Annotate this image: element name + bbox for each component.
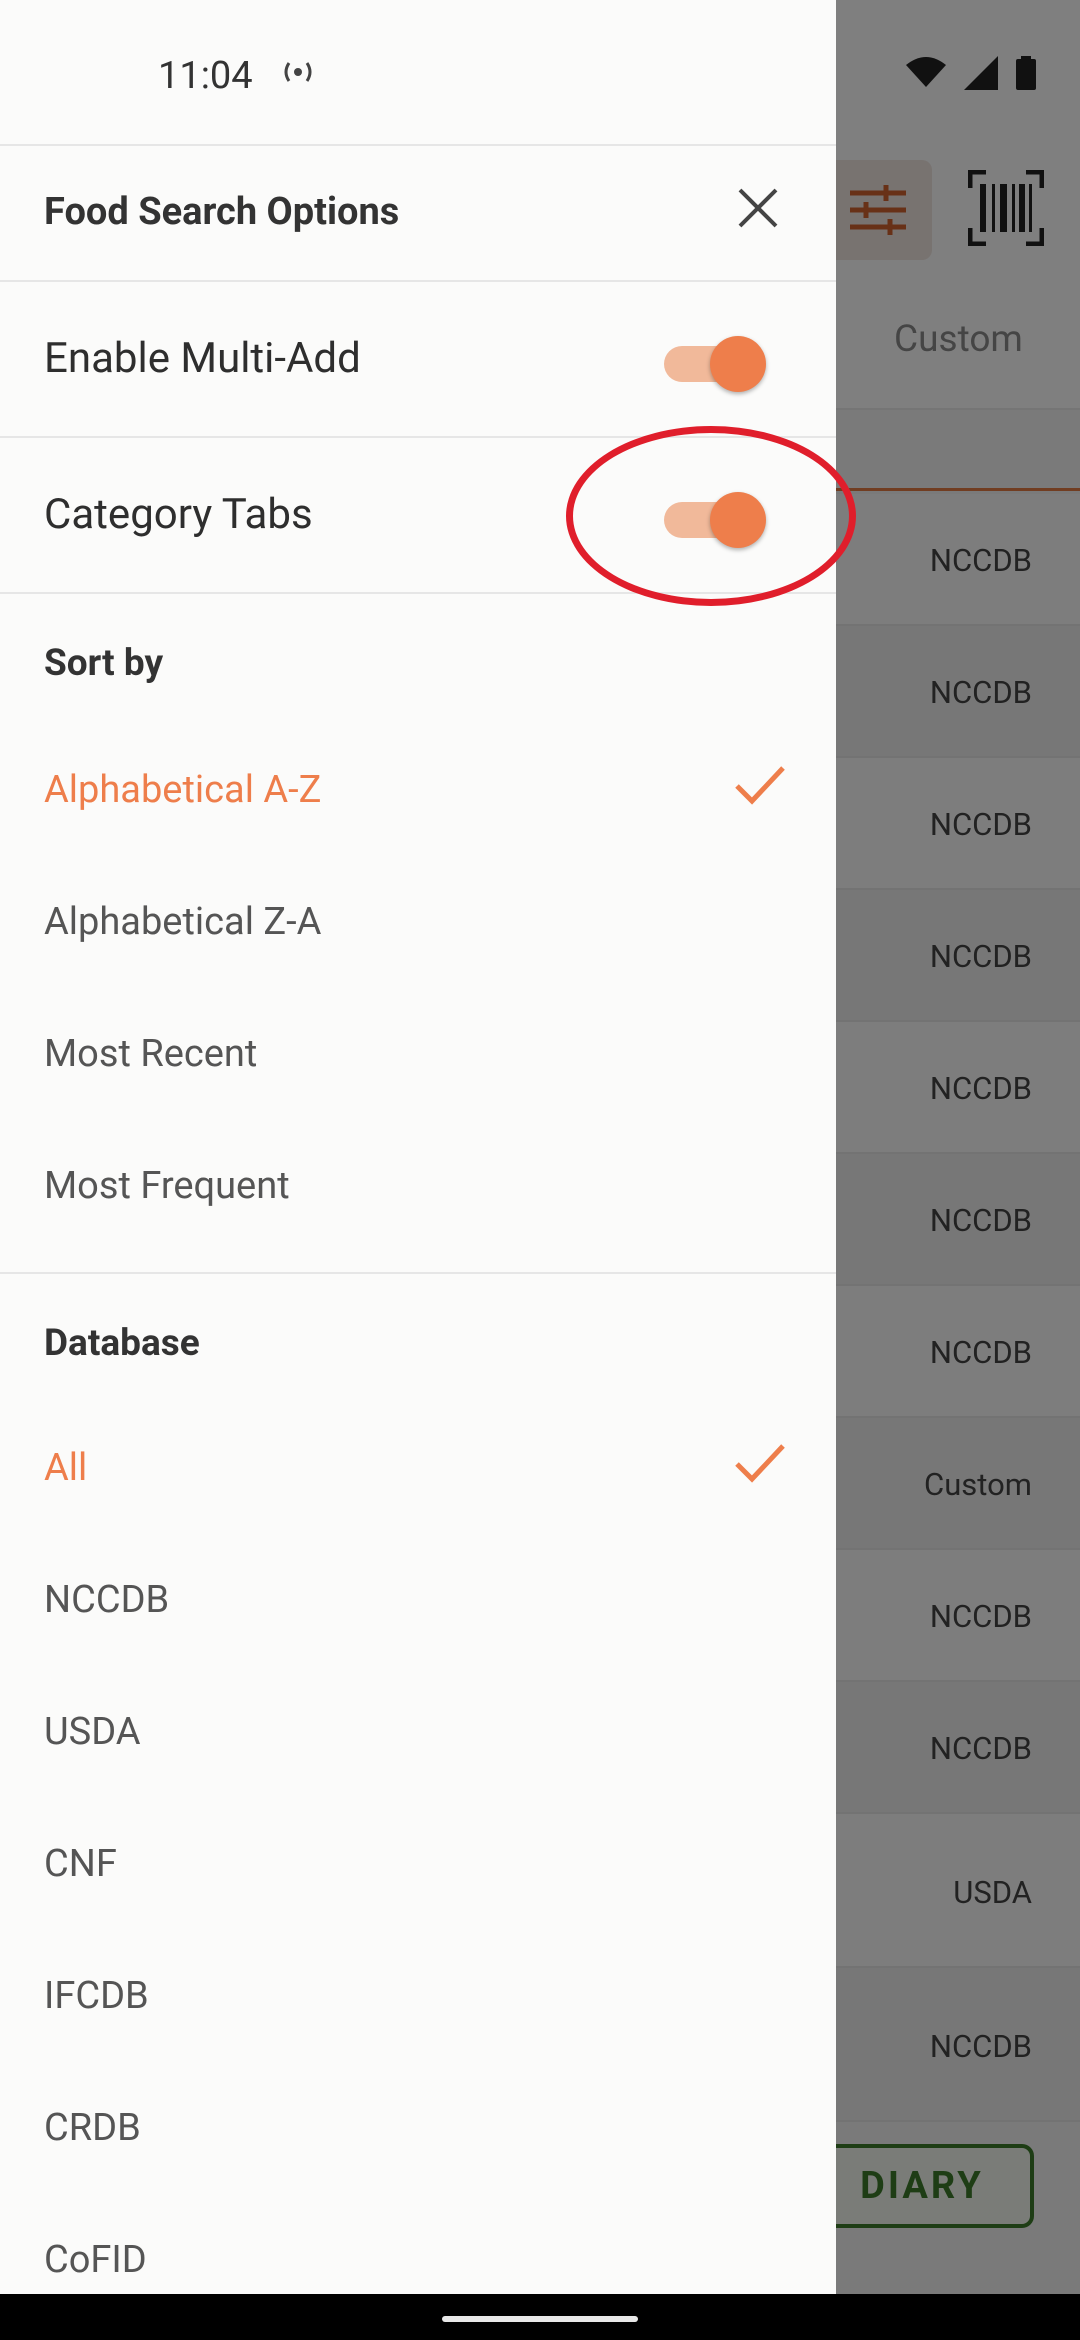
database-heading: Database	[44, 1322, 200, 1365]
sort-option-most-frequent[interactable]: Most Frequent	[0, 1124, 836, 1256]
sort-option-label: Most Recent	[44, 1032, 258, 1076]
divider	[0, 1272, 836, 1274]
gesture-handle[interactable]	[442, 2316, 638, 2322]
database-option-cnf[interactable]: CNF	[0, 1802, 836, 1934]
toggle-thumb	[710, 336, 766, 392]
close-icon	[738, 188, 778, 228]
sort-option-label: Alphabetical A-Z	[44, 768, 322, 812]
category-tabs-label: Category Tabs	[44, 490, 313, 539]
sort-option-alpha-za[interactable]: Alphabetical Z-A	[0, 860, 836, 992]
database-option-usda[interactable]: USDA	[0, 1670, 836, 1802]
broadcast-icon	[284, 62, 312, 82]
checkmark-icon	[735, 766, 785, 805]
close-button[interactable]	[726, 176, 790, 240]
database-option-crdb[interactable]: CRDB	[0, 2066, 836, 2198]
sort-option-label: Alphabetical Z-A	[44, 900, 322, 944]
divider	[0, 144, 836, 146]
sort-option-most-recent[interactable]: Most Recent	[0, 992, 836, 1124]
database-option-label: CNF	[44, 1842, 117, 1886]
sort-by-heading: Sort by	[44, 642, 164, 685]
drawer-title: Food Search Options	[44, 190, 400, 234]
checkmark-icon	[735, 1444, 785, 1483]
database-option-label: All	[44, 1446, 88, 1490]
sort-option-label: Most Frequent	[44, 1164, 290, 1208]
multi-add-toggle[interactable]	[664, 330, 772, 392]
database-option-nccdb[interactable]: NCCDB	[0, 1538, 836, 1670]
database-option-cofid[interactable]: CoFID	[0, 2198, 836, 2294]
database-option-label: NCCDB	[44, 1578, 170, 1622]
divider	[0, 592, 836, 594]
divider	[0, 280, 836, 282]
database-option-label: CRDB	[44, 2106, 141, 2150]
sort-option-alpha-az[interactable]: Alphabetical A-Z	[0, 728, 836, 860]
multi-add-label: Enable Multi-Add	[44, 334, 361, 383]
status-time: 11:04	[158, 54, 253, 98]
database-option-label: IFCDB	[44, 1974, 149, 2018]
divider	[0, 436, 836, 438]
database-option-label: USDA	[44, 1710, 141, 1754]
category-tabs-toggle[interactable]	[664, 486, 772, 548]
database-option-label: CoFID	[44, 2238, 147, 2282]
toggle-thumb	[710, 492, 766, 548]
database-option-ifcdb[interactable]: IFCDB	[0, 1934, 836, 2066]
database-option-all[interactable]: All	[0, 1406, 836, 1538]
food-search-options-drawer: 11:04 Food Search Options Enable Multi-A…	[0, 0, 836, 2294]
